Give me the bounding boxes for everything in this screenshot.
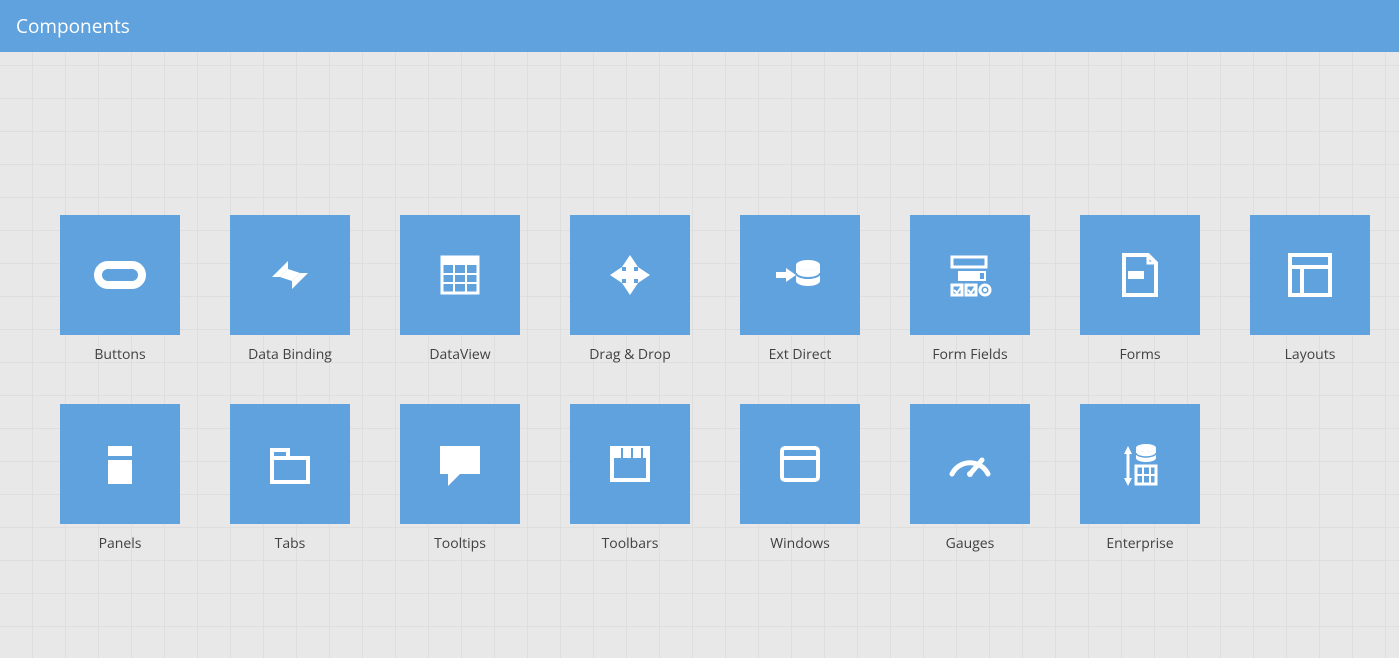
tile-card [1250,215,1370,335]
panels-icon [88,432,152,496]
tile-card [230,404,350,524]
tile-gauges[interactable]: Gauges [885,404,1055,553]
tile-card [1080,215,1200,335]
tile-card [740,215,860,335]
tile-card [910,215,1030,335]
tile-label: DataView [375,345,545,364]
tile-card [230,215,350,335]
tile-label: Forms [1055,345,1225,364]
tile-card [570,215,690,335]
windows-icon [768,432,832,496]
tile-card [910,404,1030,524]
tile-label: Tooltips [375,534,545,553]
tile-label: Data Binding [205,345,375,364]
tile-drag-drop[interactable]: Drag & Drop [545,215,715,364]
tile-label: Toolbars [545,534,715,553]
tile-layouts[interactable]: Layouts [1225,215,1395,364]
tile-dataview[interactable]: DataView [375,215,545,364]
tile-label: Panels [35,534,205,553]
tile-enterprise[interactable]: Enterprise [1055,404,1225,553]
tile-label: Form Fields [885,345,1055,364]
tabs-icon [258,432,322,496]
tile-windows[interactable]: Windows [715,404,885,553]
drag-drop-icon [598,243,662,307]
tile-tabs[interactable]: Tabs [205,404,375,553]
tile-label: Windows [715,534,885,553]
header-title: Components [16,13,130,39]
layouts-icon [1278,243,1342,307]
header-bar: Components [0,0,1399,52]
tile-buttons[interactable]: Buttons [35,215,205,364]
tile-ext-direct[interactable]: Ext Direct [715,215,885,364]
tooltips-icon [428,432,492,496]
tile-card [60,215,180,335]
enterprise-icon [1108,432,1172,496]
tile-label: Buttons [35,345,205,364]
components-grid: Buttons Data Binding [0,52,1399,593]
tile-data-binding[interactable]: Data Binding [205,215,375,364]
toolbars-icon [598,432,662,496]
gauges-icon [938,432,1002,496]
data-binding-icon [258,243,322,307]
tile-form-fields[interactable]: Form Fields [885,215,1055,364]
tile-panels[interactable]: Panels [35,404,205,553]
buttons-icon [88,243,152,307]
tile-card [570,404,690,524]
dataview-icon [428,243,492,307]
tile-card [740,404,860,524]
tile-label: Drag & Drop [545,345,715,364]
tile-tooltips[interactable]: Tooltips [375,404,545,553]
tile-card [400,215,520,335]
form-fields-icon [938,243,1002,307]
tile-forms[interactable]: Forms [1055,215,1225,364]
ext-direct-icon [768,243,832,307]
tile-card [400,404,520,524]
tile-label: Tabs [205,534,375,553]
forms-icon [1108,243,1172,307]
tile-label: Enterprise [1055,534,1225,553]
tile-card [60,404,180,524]
tile-label: Ext Direct [715,345,885,364]
tile-toolbars[interactable]: Toolbars [545,404,715,553]
tile-card [1080,404,1200,524]
tile-label: Layouts [1225,345,1395,364]
tile-label: Gauges [885,534,1055,553]
